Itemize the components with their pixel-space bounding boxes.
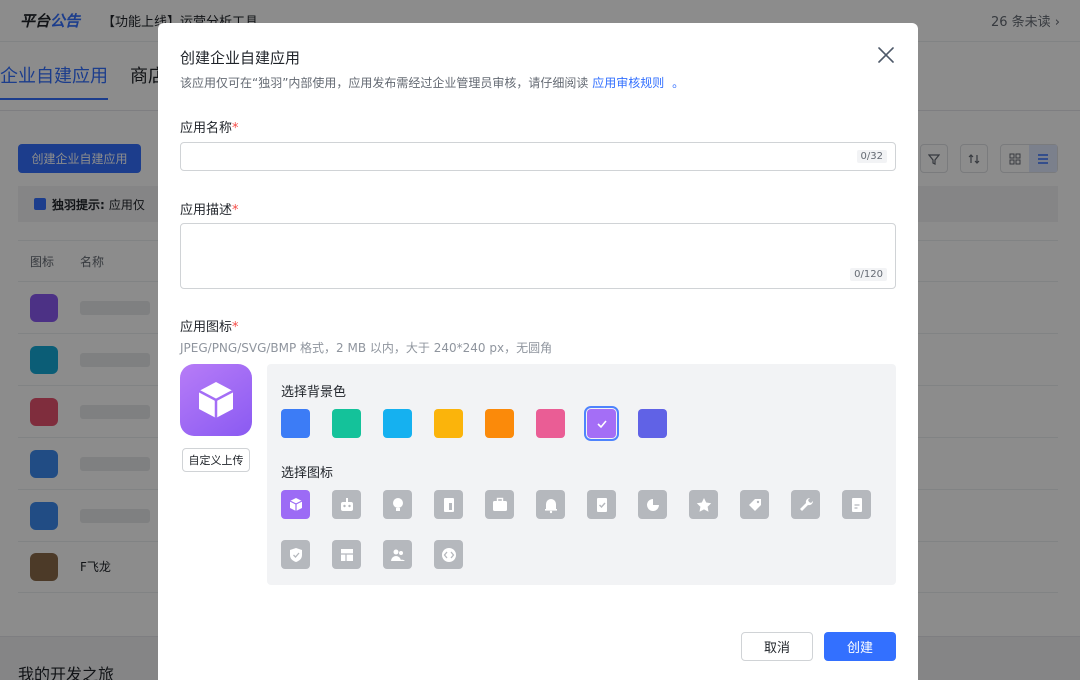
shield-icon bbox=[289, 547, 302, 562]
icon-option-code[interactable] bbox=[434, 540, 463, 569]
bell-icon bbox=[544, 498, 557, 513]
document-icon bbox=[443, 497, 454, 512]
description-text: 该应用仅可在“独羽”内部使用，应用发布需经过企业管理员审核，请仔细阅读 bbox=[180, 76, 589, 90]
background-color-title: 选择背景色 bbox=[281, 385, 347, 400]
icon-option-note[interactable] bbox=[842, 490, 871, 519]
create-app-dialog: 创建企业自建应用 该应用仅可在“独羽”内部使用，应用发布需经过企业管理员审核，请… bbox=[158, 23, 918, 680]
icon-format-hint: JPEG/PNG/SVG/BMP 格式，2 MB 以内，大于 240*240 p… bbox=[180, 341, 553, 355]
code-icon bbox=[441, 547, 456, 562]
app-description-field[interactable]: 0/120 bbox=[180, 223, 896, 289]
app-name-field[interactable]: 0/32 bbox=[180, 142, 896, 171]
color-swatch[interactable] bbox=[584, 406, 619, 441]
required-mark: * bbox=[232, 121, 239, 136]
color-swatch[interactable] bbox=[332, 409, 361, 438]
icon-option-lightbulb[interactable] bbox=[383, 490, 412, 519]
close-icon bbox=[878, 47, 894, 63]
layout-icon bbox=[340, 548, 353, 561]
required-mark: * bbox=[232, 203, 239, 218]
icon-option-team[interactable] bbox=[383, 540, 412, 569]
icon-option-shield[interactable] bbox=[281, 540, 310, 569]
color-swatch[interactable] bbox=[638, 409, 667, 438]
review-rules-link[interactable]: 应用审核规则 bbox=[592, 76, 664, 90]
color-swatch[interactable] bbox=[434, 409, 463, 438]
briefcase-icon bbox=[492, 497, 507, 511]
icon-choice-title: 选择图标 bbox=[281, 466, 334, 481]
wrench-icon bbox=[799, 497, 813, 511]
icon-option-pie-chart[interactable] bbox=[638, 490, 667, 519]
dialog-title: 创建企业自建应用 bbox=[180, 49, 301, 67]
cancel-button[interactable]: 取消 bbox=[741, 632, 813, 661]
icon-option-checklist[interactable] bbox=[587, 490, 616, 519]
color-swatch[interactable] bbox=[536, 409, 565, 438]
close-button[interactable] bbox=[876, 45, 896, 65]
app-description-label: 应用描述* bbox=[180, 203, 239, 218]
description-period: 。 bbox=[672, 76, 685, 90]
required-mark: * bbox=[232, 320, 239, 335]
app-description-textarea[interactable] bbox=[181, 224, 895, 288]
pie-chart-icon bbox=[646, 498, 659, 511]
app-description-counter: 0/120 bbox=[850, 268, 887, 281]
icon-option-bell[interactable] bbox=[536, 490, 565, 519]
note-icon bbox=[851, 497, 862, 512]
checklist-icon bbox=[596, 497, 607, 512]
icon-option-briefcase[interactable] bbox=[485, 490, 514, 519]
icon-option-star[interactable] bbox=[689, 490, 718, 519]
star-icon bbox=[696, 497, 711, 512]
check-icon bbox=[596, 419, 607, 428]
icon-picker-panel: 选择背景色 选择图标 bbox=[267, 364, 896, 585]
icon-option-document[interactable] bbox=[434, 490, 463, 519]
cube-icon bbox=[289, 497, 302, 511]
custom-upload-button[interactable]: 自定义上传 bbox=[182, 448, 250, 472]
create-button[interactable]: 创建 bbox=[824, 632, 896, 661]
app-icon-label: 应用图标* bbox=[180, 320, 239, 335]
robot-icon bbox=[340, 497, 353, 511]
app-name-input[interactable] bbox=[181, 143, 895, 170]
app-name-label: 应用名称* bbox=[180, 121, 239, 136]
color-swatch[interactable] bbox=[485, 409, 514, 438]
team-icon bbox=[390, 549, 405, 561]
icon-option-layout[interactable] bbox=[332, 540, 361, 569]
app-name-counter: 0/32 bbox=[856, 150, 887, 163]
icon-preview bbox=[180, 364, 252, 436]
color-swatch[interactable] bbox=[281, 409, 310, 438]
tag-icon bbox=[748, 498, 761, 511]
icon-option-tag[interactable] bbox=[740, 490, 769, 519]
icon-option-wrench[interactable] bbox=[791, 490, 820, 519]
dialog-description: 该应用仅可在“独羽”内部使用，应用发布需经过企业管理员审核，请仔细阅读 应用审核… bbox=[180, 74, 684, 91]
cube-icon bbox=[198, 382, 234, 418]
icon-option-robot[interactable] bbox=[332, 490, 361, 519]
color-swatch[interactable] bbox=[383, 409, 412, 438]
lightbulb-icon bbox=[392, 497, 403, 511]
icon-option-cube[interactable] bbox=[281, 490, 310, 519]
